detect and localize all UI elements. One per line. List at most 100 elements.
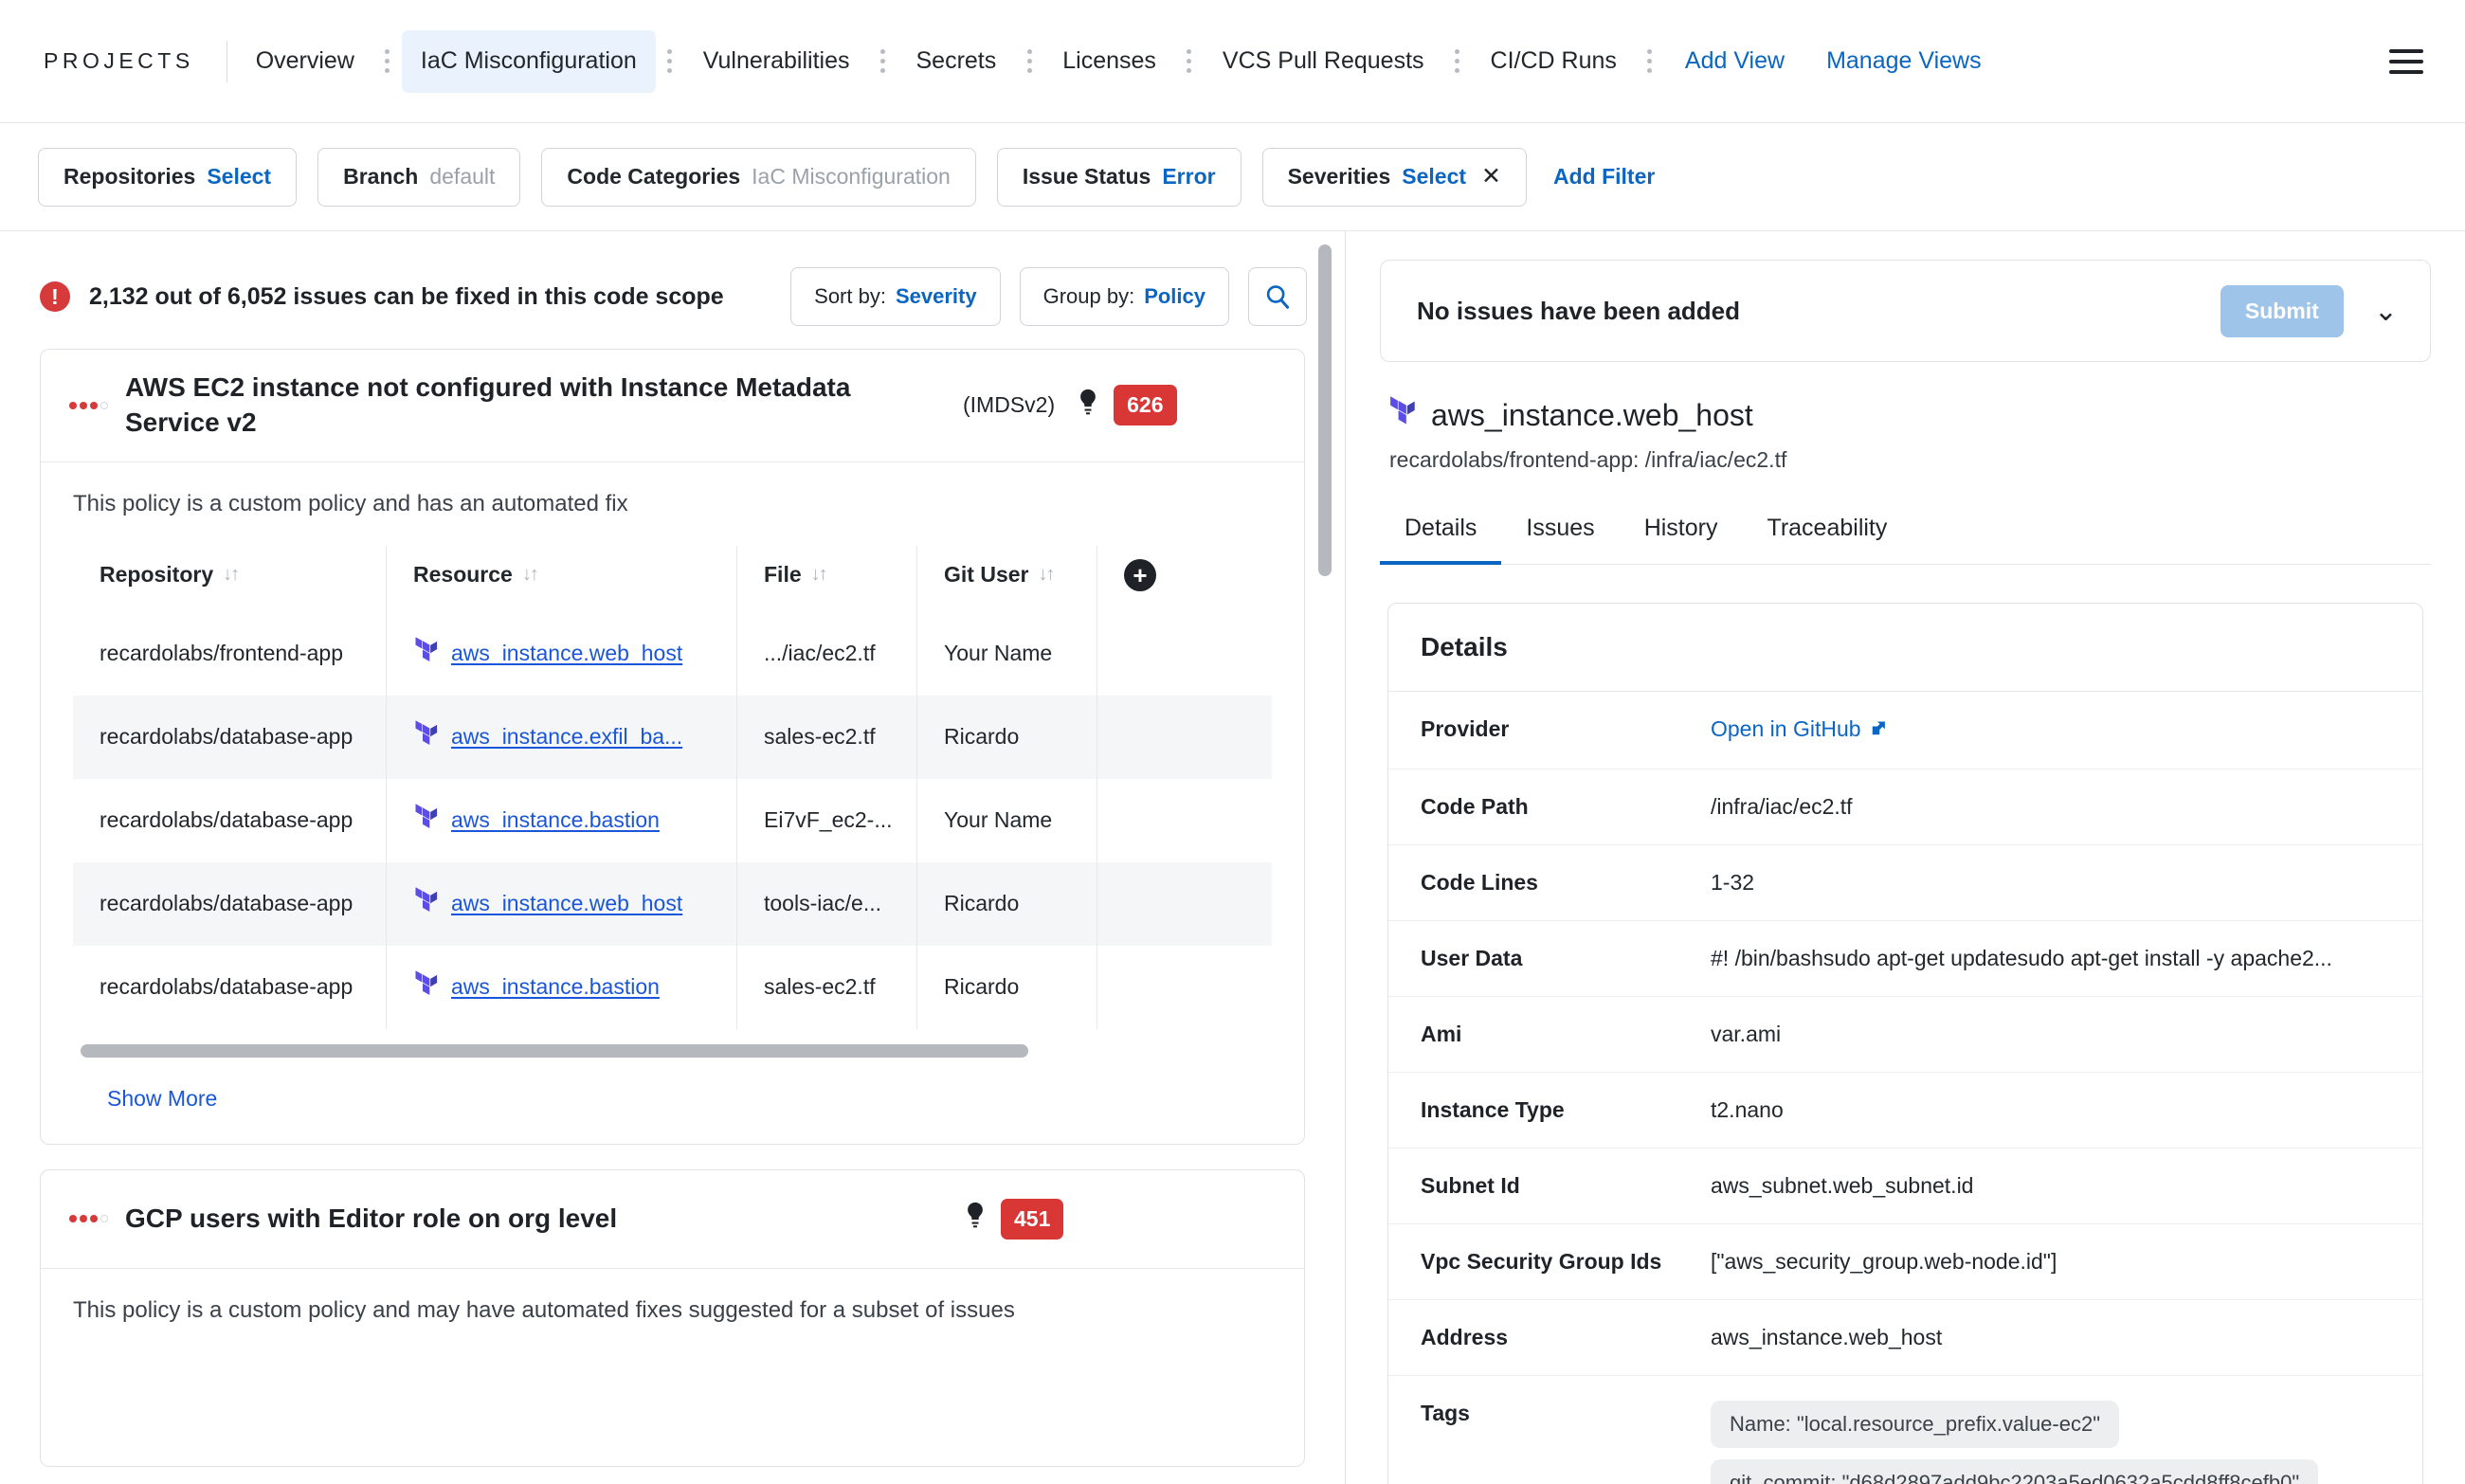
add-filter-button[interactable]: Add Filter [1553,164,1655,190]
cell-spacer [1097,861,1272,946]
nav-tab-ci-cd-runs[interactable]: CI/CD Runs [1472,30,1636,93]
nav-tab-options-icon[interactable] [1019,43,1040,81]
cell-file: sales-ec2.tf [736,695,916,779]
terraform-glyph [415,970,438,995]
policy-title: AWS EC2 instance not configured with Ins… [125,372,851,437]
terraform-glyph [415,887,438,912]
nav-tab-options-icon[interactable] [1447,43,1468,81]
cell-git-user: Your Name [916,611,1097,696]
details-value: /infra/iac/ec2.tf [1711,794,1853,819]
table-row[interactable]: recardolabs/database-app aws_instance.exf… [73,695,1272,779]
nav-tab-iac-misconfiguration[interactable]: IaC Misconfiguration [401,29,656,93]
table-horizontal-scrollbar[interactable] [81,1043,1028,1058]
add-view-link[interactable]: Add View [1664,47,1805,75]
terraform-icon [413,970,438,1004]
filter-value: default [429,164,496,189]
column-header-git-user[interactable]: Git User ↓↑ [916,545,1097,612]
terraform-icon [413,637,438,671]
sort-toggle-icon[interactable]: ↓↑ [223,564,240,586]
sort-by-value: Severity [895,284,977,308]
external-link-glyph [1872,721,1885,735]
add-column-icon[interactable]: + [1124,558,1156,591]
lightbulb-icon[interactable] [1076,388,1100,424]
table-row[interactable]: recardolabs/database-app aws_instance.web… [73,861,1272,946]
group-by-label: Group by: [1042,284,1135,308]
cell-spacer [1097,778,1272,862]
hamburger-menu-icon[interactable] [2389,48,2423,74]
filter-chip-repositories[interactable]: Repositories Select [38,147,298,207]
terraform-icon [1387,396,1416,434]
resource-link[interactable]: aws_instance.bastion [451,974,660,1000]
details-value: aws_subnet.web_subnet.id [1711,1173,1974,1198]
nav-tab-options-icon[interactable] [1179,43,1200,81]
tab-details[interactable]: Details [1380,515,1502,565]
resource-link[interactable]: aws_instance.bastion [451,807,660,833]
group-by-selector[interactable]: Group by: Policy [1019,267,1229,326]
left-pane-scrollbar-track[interactable] [1318,231,1339,1484]
no-issues-text: No issues have been added [1417,296,1741,325]
column-header-repository[interactable]: Repository ↓↑ [73,546,386,612]
submit-button[interactable]: Submit [2220,284,2344,337]
details-row: Code Lines 1-32 [1388,845,2422,921]
policy-card-header[interactable]: AWS EC2 instance not configured with Ins… [41,350,1304,462]
filter-chip-branch[interactable]: Branch default [317,147,521,207]
open-in-github-link[interactable]: Open in GitHub [1711,716,1861,741]
lightbulb-icon[interactable] [963,1201,988,1237]
resource-link[interactable]: aws_instance.web_host [451,641,682,666]
search-icon [1266,285,1290,309]
lightbulb-glyph [1080,389,1097,415]
issues-table-wrapper: Repository ↓↑ Resource ↓↑ File ↓↑ Git User ↓↑ + r… [73,545,1272,1029]
tab-traceability[interactable]: Traceability [1742,515,1912,565]
nav-tab-options-icon[interactable] [872,43,893,81]
resource-name: aws_instance.web_host [1431,397,1753,432]
policy-description: This policy is a custom policy and has a… [73,490,628,516]
sort-toggle-icon[interactable]: ↓↑ [522,564,539,586]
show-more-button[interactable]: Show More [73,1058,1272,1144]
terraform-glyph [415,804,438,828]
table-row[interactable]: recardolabs/frontend-app aws_instance.web… [73,611,1272,696]
details-value: t2.nano [1711,1097,1784,1122]
sort-toggle-icon[interactable]: ↓↑ [811,564,828,586]
nav-tab-licenses[interactable]: Licenses [1043,30,1175,93]
nav-tab-options-icon[interactable] [377,43,398,81]
details-value: ["aws_security_group.web-node.id"] [1711,1249,2057,1274]
nav-tab-vcs-pull-requests[interactable]: VCS Pull Requests [1204,30,1443,93]
filter-label: Issue Status [1022,164,1151,189]
nav-tab-overview[interactable]: Overview [237,30,373,93]
tab-history[interactable]: History [1620,515,1743,565]
search-button[interactable] [1248,267,1307,326]
filter-chip-issue-status[interactable]: Issue Status Error [996,147,1242,207]
terraform-glyph [415,637,438,661]
chevron-down-icon[interactable]: ⌄ [2365,295,2407,328]
sort-toggle-icon[interactable]: ↓↑ [1038,564,1055,586]
nav-tab-options-icon[interactable] [660,43,680,81]
nav-tab-secrets[interactable]: Secrets [897,30,1015,93]
details-card: Details Provider Open in GitHub Code Path /… [1387,603,2423,1484]
left-pane-scrollbar-thumb[interactable] [1318,244,1332,576]
filter-label: Repositories [63,164,196,189]
table-row[interactable]: recardolabs/database-app aws_instance.bas… [73,778,1272,862]
column-header-add[interactable]: + [1097,545,1272,612]
filter-chip-severities[interactable]: Severities Select ✕ [1261,147,1527,207]
resource-detail-inner: No issues have been added Submit ⌄ aws_i… [1346,231,2465,1484]
nav-tab-options-icon[interactable] [1640,43,1660,81]
manage-views-link[interactable]: Manage Views [1805,47,2003,75]
resource-tabs: Details Issues History Traceability [1380,515,2431,565]
close-icon[interactable]: ✕ [1481,165,1501,189]
table-row[interactable]: recardolabs/database-app aws_instance.bas… [73,945,1272,1029]
resource-link[interactable]: aws_instance.exfil_ba... [451,724,682,750]
resource-path: recardolabs/frontend-app: /infra/iac/ec2… [1389,447,1787,472]
column-header-resource[interactable]: Resource ↓↑ [386,545,736,612]
error-status-icon: ! [40,281,70,312]
sort-by-selector[interactable]: Sort by: Severity [790,267,1001,326]
cell-repository: recardolabs/database-app [100,974,353,1000]
column-header-file[interactable]: File ↓↑ [736,545,916,612]
cell-repository: recardolabs/database-app [73,861,386,946]
filter-value: Error [1162,164,1216,189]
tab-issues[interactable]: Issues [1501,515,1619,565]
policy-card-header[interactable]: GCP users with Editor role on org level 4… [41,1170,1304,1269]
filter-chip-code-categories[interactable]: Code Categories IaC Misconfiguration [541,147,976,207]
severity-indicator [69,401,112,409]
resource-link[interactable]: aws_instance.web_host [451,891,682,916]
nav-tab-vulnerabilities[interactable]: Vulnerabilities [684,30,869,93]
